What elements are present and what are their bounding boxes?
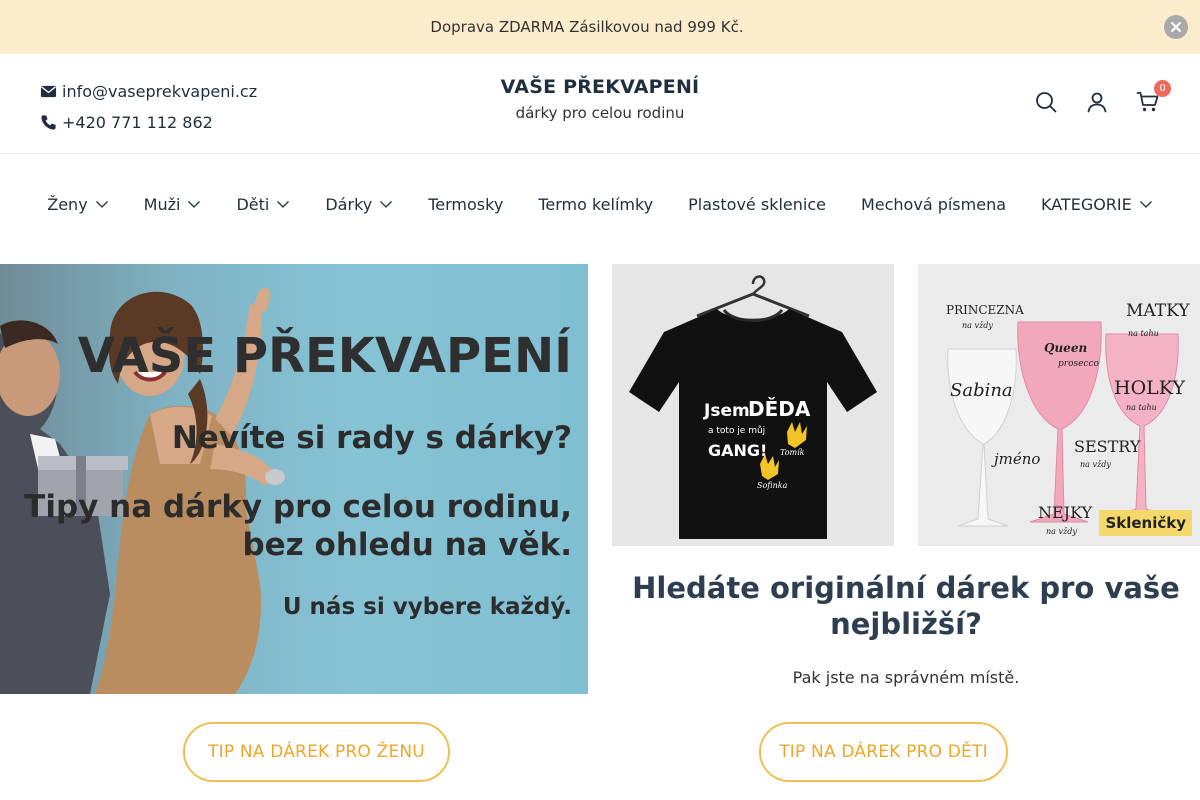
gift-tip-women-button[interactable]: TIP NA DÁREK PRO ŽENU [183,722,450,782]
chevron-down-icon [1139,201,1152,208]
nav-item-label: Termo kelímky [538,194,654,214]
nav-item-label: Mechová písmena [860,194,1007,214]
brand-subtitle: dárky pro celou rodinu [515,104,685,122]
glass-text-na-vzdy-3: na vždy [1046,527,1077,536]
hero-banner[interactable]: VAŠE PŘEKVAPENÍ Nevíte si rady s dárky? … [0,264,588,694]
main-navigation: Ženy Muži Děti Dárky Termosky Termo kelí… [0,154,1200,254]
announcement-bar: Doprava ZDARMA Zásilkovou nad 999 Kč. [0,0,1200,54]
close-announcement-button[interactable] [1164,15,1188,39]
nav-item-label: Dárky [325,194,373,214]
glass-text-nejky: NEJKY [1038,503,1093,522]
account-button[interactable] [1085,90,1109,114]
hero-claim: U nás si vybere každý. [282,594,572,620]
tshirt-print-gang: GANG! [708,441,767,460]
hero-tagline: Nevíte si rady s dárky? [171,420,572,456]
nav-item-plastove-sklenice[interactable]: Plastové sklenice [688,195,826,214]
promo-block: Hledáte originální dárek pro vaše nejbli… [612,570,1200,687]
nav-item-label: Děti [236,194,270,214]
product-category-label: Skleničky [1099,510,1192,536]
glass-text-princezna: PRINCEZNA [946,303,1024,317]
glass-text-na-tahu-2: na tahu [1126,403,1157,412]
site-header: info@vaseprekvapeni.cz +420 771 112 862 … [0,54,1200,154]
nav-item-zeny[interactable]: Ženy [47,195,108,214]
glass-text-queen: Queen [1044,341,1087,355]
nav-item-termo-kelimky[interactable]: Termo kelímky [538,195,653,214]
user-icon [1087,92,1107,113]
gift-tip-kids-button[interactable]: TIP NA DÁREK PRO DĚTI [759,722,1008,782]
brand-logo[interactable]: VAŠE PŘEKVAPENÍ dárky pro celou rodinu [0,76,1200,122]
hero-description: Tipy na dárky pro celou rodinu, bez ohle… [24,489,572,563]
nav-item-termosky[interactable]: Termosky [428,195,503,214]
glass-text-holky: HOLKY [1114,377,1185,399]
product-tile-glasses[interactable]: PRINCEZNA na vždy MATKY na tahu Queen pr… [918,264,1200,546]
nav-item-muzi[interactable]: Muži [144,195,202,214]
nav-item-label: Ženy [47,194,88,214]
product-tile-tshirt[interactable]: Jsem DĚDA a toto je můj GANG! Tomík Sofi… [612,264,894,546]
search-button[interactable] [1034,90,1058,114]
tshirt-image: Jsem DĚDA a toto je můj GANG! Tomík Sofi… [612,264,894,546]
cart-count-badge: 0 [1154,80,1171,97]
hero-title: VAŠE PŘEKVAPENÍ [77,328,572,384]
cart-button[interactable]: 0 [1136,80,1171,114]
glass-text-sabina: Sabina [950,380,1013,401]
chevron-down-icon [95,201,108,208]
nav-item-darky[interactable]: Dárky [325,195,393,214]
nav-item-label: Termosky [428,194,504,214]
glass-text-jmeno: jméno [991,450,1040,468]
search-icon [1036,92,1057,113]
tshirt-print-name2: Sofinka [757,481,788,490]
nav-item-deti[interactable]: Děti [236,195,290,214]
close-icon [1171,22,1181,32]
chevron-down-icon [188,201,201,208]
glass-text-na-vzdy-2: na vždy [1080,460,1111,469]
chevron-down-icon [277,201,290,208]
tshirt-print-deda: DĚDA [748,397,811,421]
tshirt-print-name1: Tomík [780,448,805,457]
glass-text-na-tahu-1: na tahu [1128,329,1159,338]
promo-subtitle: Pak jste na správném místě. [792,668,1020,687]
header-actions: 0 [1034,80,1171,114]
promo-title: Hledáte originální dárek pro vaše nejbli… [632,571,1180,641]
nav-item-label: KATEGORIE [1041,194,1132,214]
tshirt-print-jsem: Jsem [703,401,750,421]
tshirt-print-subtitle: a toto je můj [708,425,765,436]
nav-item-mechova-pismena[interactable]: Mechová písmena [861,195,1006,214]
glass-text-matky: MATKY [1126,301,1190,321]
glass-text-na-vzdy-1: na vždy [962,321,993,330]
glass-text-prosecco: prosecco [1058,359,1100,369]
nav-item-label: Muži [143,194,181,214]
announcement-text: Doprava ZDARMA Zásilkovou nad 999 Kč. [430,18,744,36]
nav-item-label: Plastové sklenice [688,194,826,214]
nav-item-kategorie[interactable]: KATEGORIE [1041,195,1153,214]
brand-title: VAŠE PŘEKVAPENÍ [500,76,700,98]
glasses-image: PRINCEZNA na vždy MATKY na tahu Queen pr… [918,264,1200,546]
chevron-down-icon [380,201,393,208]
glass-text-sestry: SESTRY [1074,437,1141,456]
